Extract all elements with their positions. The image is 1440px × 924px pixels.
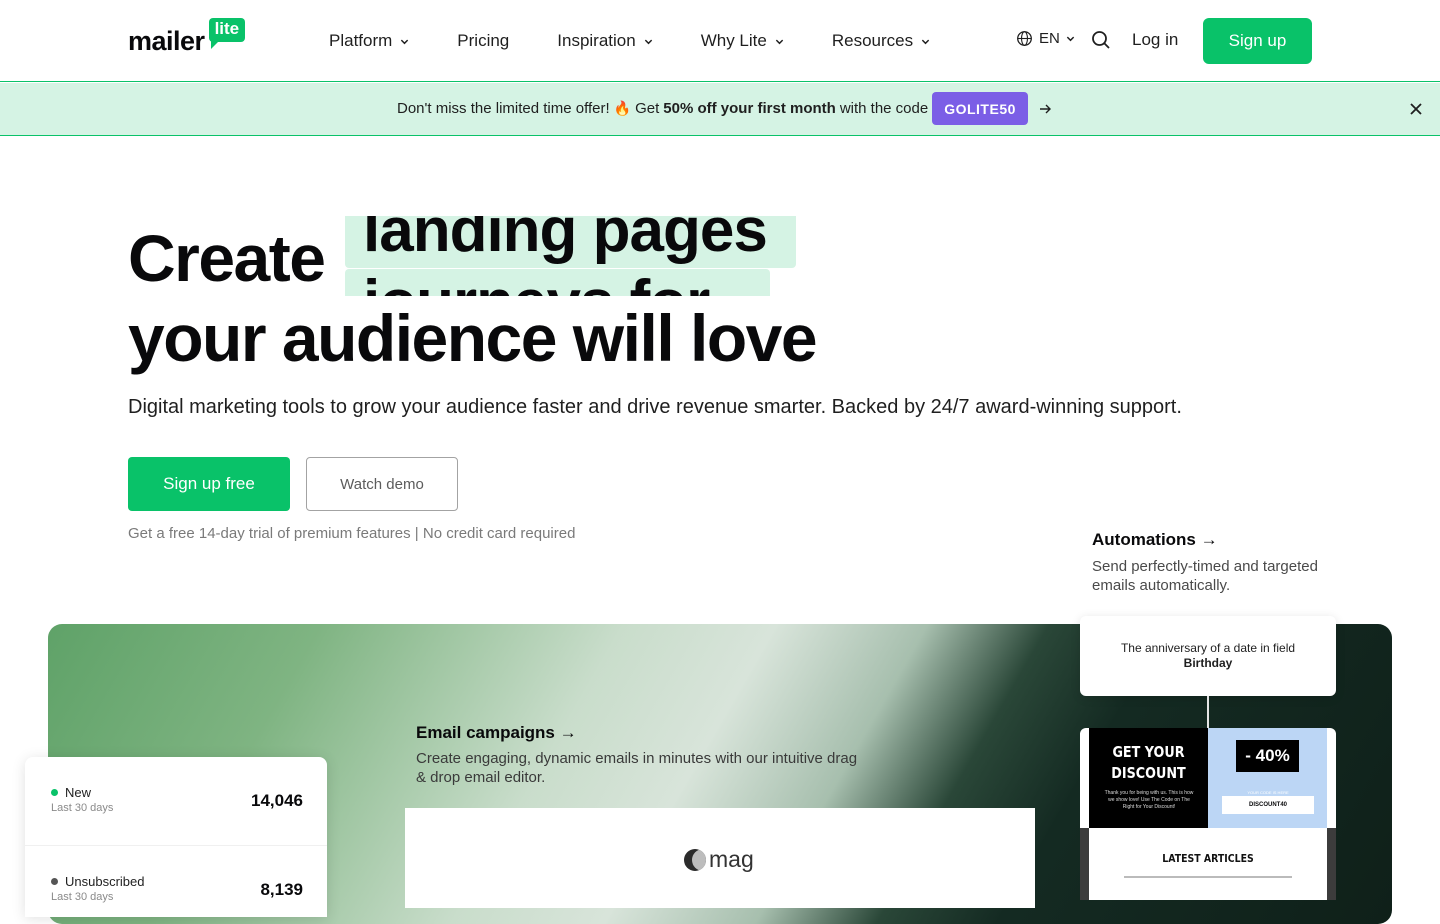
stat-unsubscribed: Unsubscribed Last 30 days 8,139 [51, 874, 303, 903]
automations-description: Send perfectly-timed and targeted emails… [1092, 558, 1318, 594]
nav-resources-label: Resources [831, 31, 914, 50]
status-dot [51, 789, 58, 796]
nav-inspiration[interactable]: Inspiration [557, 31, 652, 51]
automation-trigger-card: The anniversary of a date in field Birth… [1080, 616, 1336, 696]
trial-note: Get a free 14-day trial of premium featu… [128, 525, 576, 542]
promo-offer: 50% off your first month [663, 100, 836, 117]
site-header: mailer lite Platform Pricing Inspiration… [0, 0, 1440, 82]
arrow-right-icon [1039, 104, 1051, 113]
mag-logo-text: mag [709, 846, 754, 872]
watch-demo-button[interactable]: Watch demo [306, 457, 458, 511]
login-link[interactable]: Log in [1132, 30, 1178, 50]
promo-tail: with the code [839, 100, 929, 117]
email-template-preview: GET YOUR DISCOUNT Thank you for being wi… [1080, 728, 1336, 900]
divider [25, 845, 327, 846]
stat-new: New Last 30 days 14,046 [51, 785, 303, 814]
close-icon[interactable] [1409, 102, 1423, 116]
nav-platform-label: Platform [329, 31, 393, 50]
trigger-text: The anniversary of a date in field [1120, 641, 1296, 655]
nav-why-lite-label: Why Lite [700, 31, 767, 50]
discount-headline: GET YOUR DISCOUNT [1111, 743, 1186, 782]
logo-badge: lite [208, 18, 246, 49]
nav-resources[interactable]: Resources [832, 31, 930, 51]
hero-title-start: Create [128, 221, 326, 295]
trigger-field: Birthday [1183, 656, 1233, 670]
promo-get: Get [635, 100, 660, 117]
promo-message[interactable]: Don't miss the limited time offer! 🔥 Get… [397, 92, 1052, 125]
discount-code-block: - 40% YOUR CODE IS HERE DISCOUNT40 [1208, 728, 1327, 828]
discount-small-text: Thank you for being with us. This is how… [1104, 790, 1194, 810]
discount-percent: - 40% [1236, 740, 1299, 772]
nav-pricing-label: Pricing [457, 31, 510, 50]
chevron-down-icon [775, 39, 784, 44]
promo-banner: Don't miss the limited time offer! 🔥 Get… [0, 83, 1440, 136]
chevron-down-icon [401, 39, 409, 44]
preview-edge [1080, 828, 1089, 900]
discount-block: GET YOUR DISCOUNT Thank you for being wi… [1089, 728, 1208, 828]
hero-rotating-word: landing pages journeys for [345, 216, 797, 296]
stat-label: New [65, 785, 92, 800]
search-icon[interactable] [1091, 30, 1111, 50]
nav-why-lite[interactable]: Why Lite [701, 31, 784, 51]
stat-value: 14,046 [251, 791, 303, 810]
hero-title-end: your audience will love [128, 301, 818, 375]
promo-code-badge: GOLITE50 [932, 92, 1028, 125]
subscriber-stats-card: New Last 30 days 14,046 Unsubscribed Las… [25, 757, 327, 917]
logo-word: mailer [128, 26, 205, 56]
moon-icon [684, 848, 706, 871]
chevron-down-icon [644, 39, 652, 44]
chevron-down-icon [921, 39, 930, 44]
discount-code: DISCOUNT40 [1222, 796, 1314, 814]
nav-inspiration-label: Inspiration [557, 31, 636, 50]
nav-pricing[interactable]: Pricing [457, 31, 509, 51]
email-campaigns-link[interactable]: Email campaigns → [416, 723, 577, 743]
latest-articles-heading: LATEST ARTICLES [1162, 852, 1254, 865]
nav-platform[interactable]: Platform [329, 31, 409, 51]
promo-lead: Don't miss the limited time offer! [397, 100, 610, 117]
hero-subtitle: Digital marketing tools to grow your aud… [128, 396, 1182, 418]
code-caption: YOUR CODE IS HERE [1247, 790, 1289, 795]
workflow-connector [1207, 696, 1209, 728]
stat-value: 8,139 [260, 880, 303, 899]
rotating-word-next: journeys for [363, 270, 710, 297]
mag-logo: mag [684, 846, 754, 873]
preview-edge [1327, 828, 1336, 900]
main-nav: Platform Pricing Inspiration Why Lite Re… [329, 30, 930, 52]
mailerlite-logo[interactable]: mailer lite [128, 18, 246, 56]
rotating-word-current: landing pages [363, 216, 768, 265]
signup-free-button[interactable]: Sign up free [128, 457, 290, 511]
stat-label: Unsubscribed [65, 874, 145, 889]
language-code: EN [1039, 30, 1060, 47]
language-selector[interactable]: EN [1016, 30, 1081, 47]
automations-link[interactable]: Automations → [1092, 530, 1218, 550]
signup-button[interactable]: Sign up [1203, 18, 1312, 64]
status-dot [51, 878, 58, 885]
globe-icon [1017, 31, 1032, 46]
email-campaigns-description: Create engaging, dynamic emails in minut… [416, 750, 858, 786]
fire-icon: 🔥 [613, 100, 632, 116]
article-text-line [1124, 876, 1292, 878]
chevron-down-icon [1066, 36, 1075, 42]
